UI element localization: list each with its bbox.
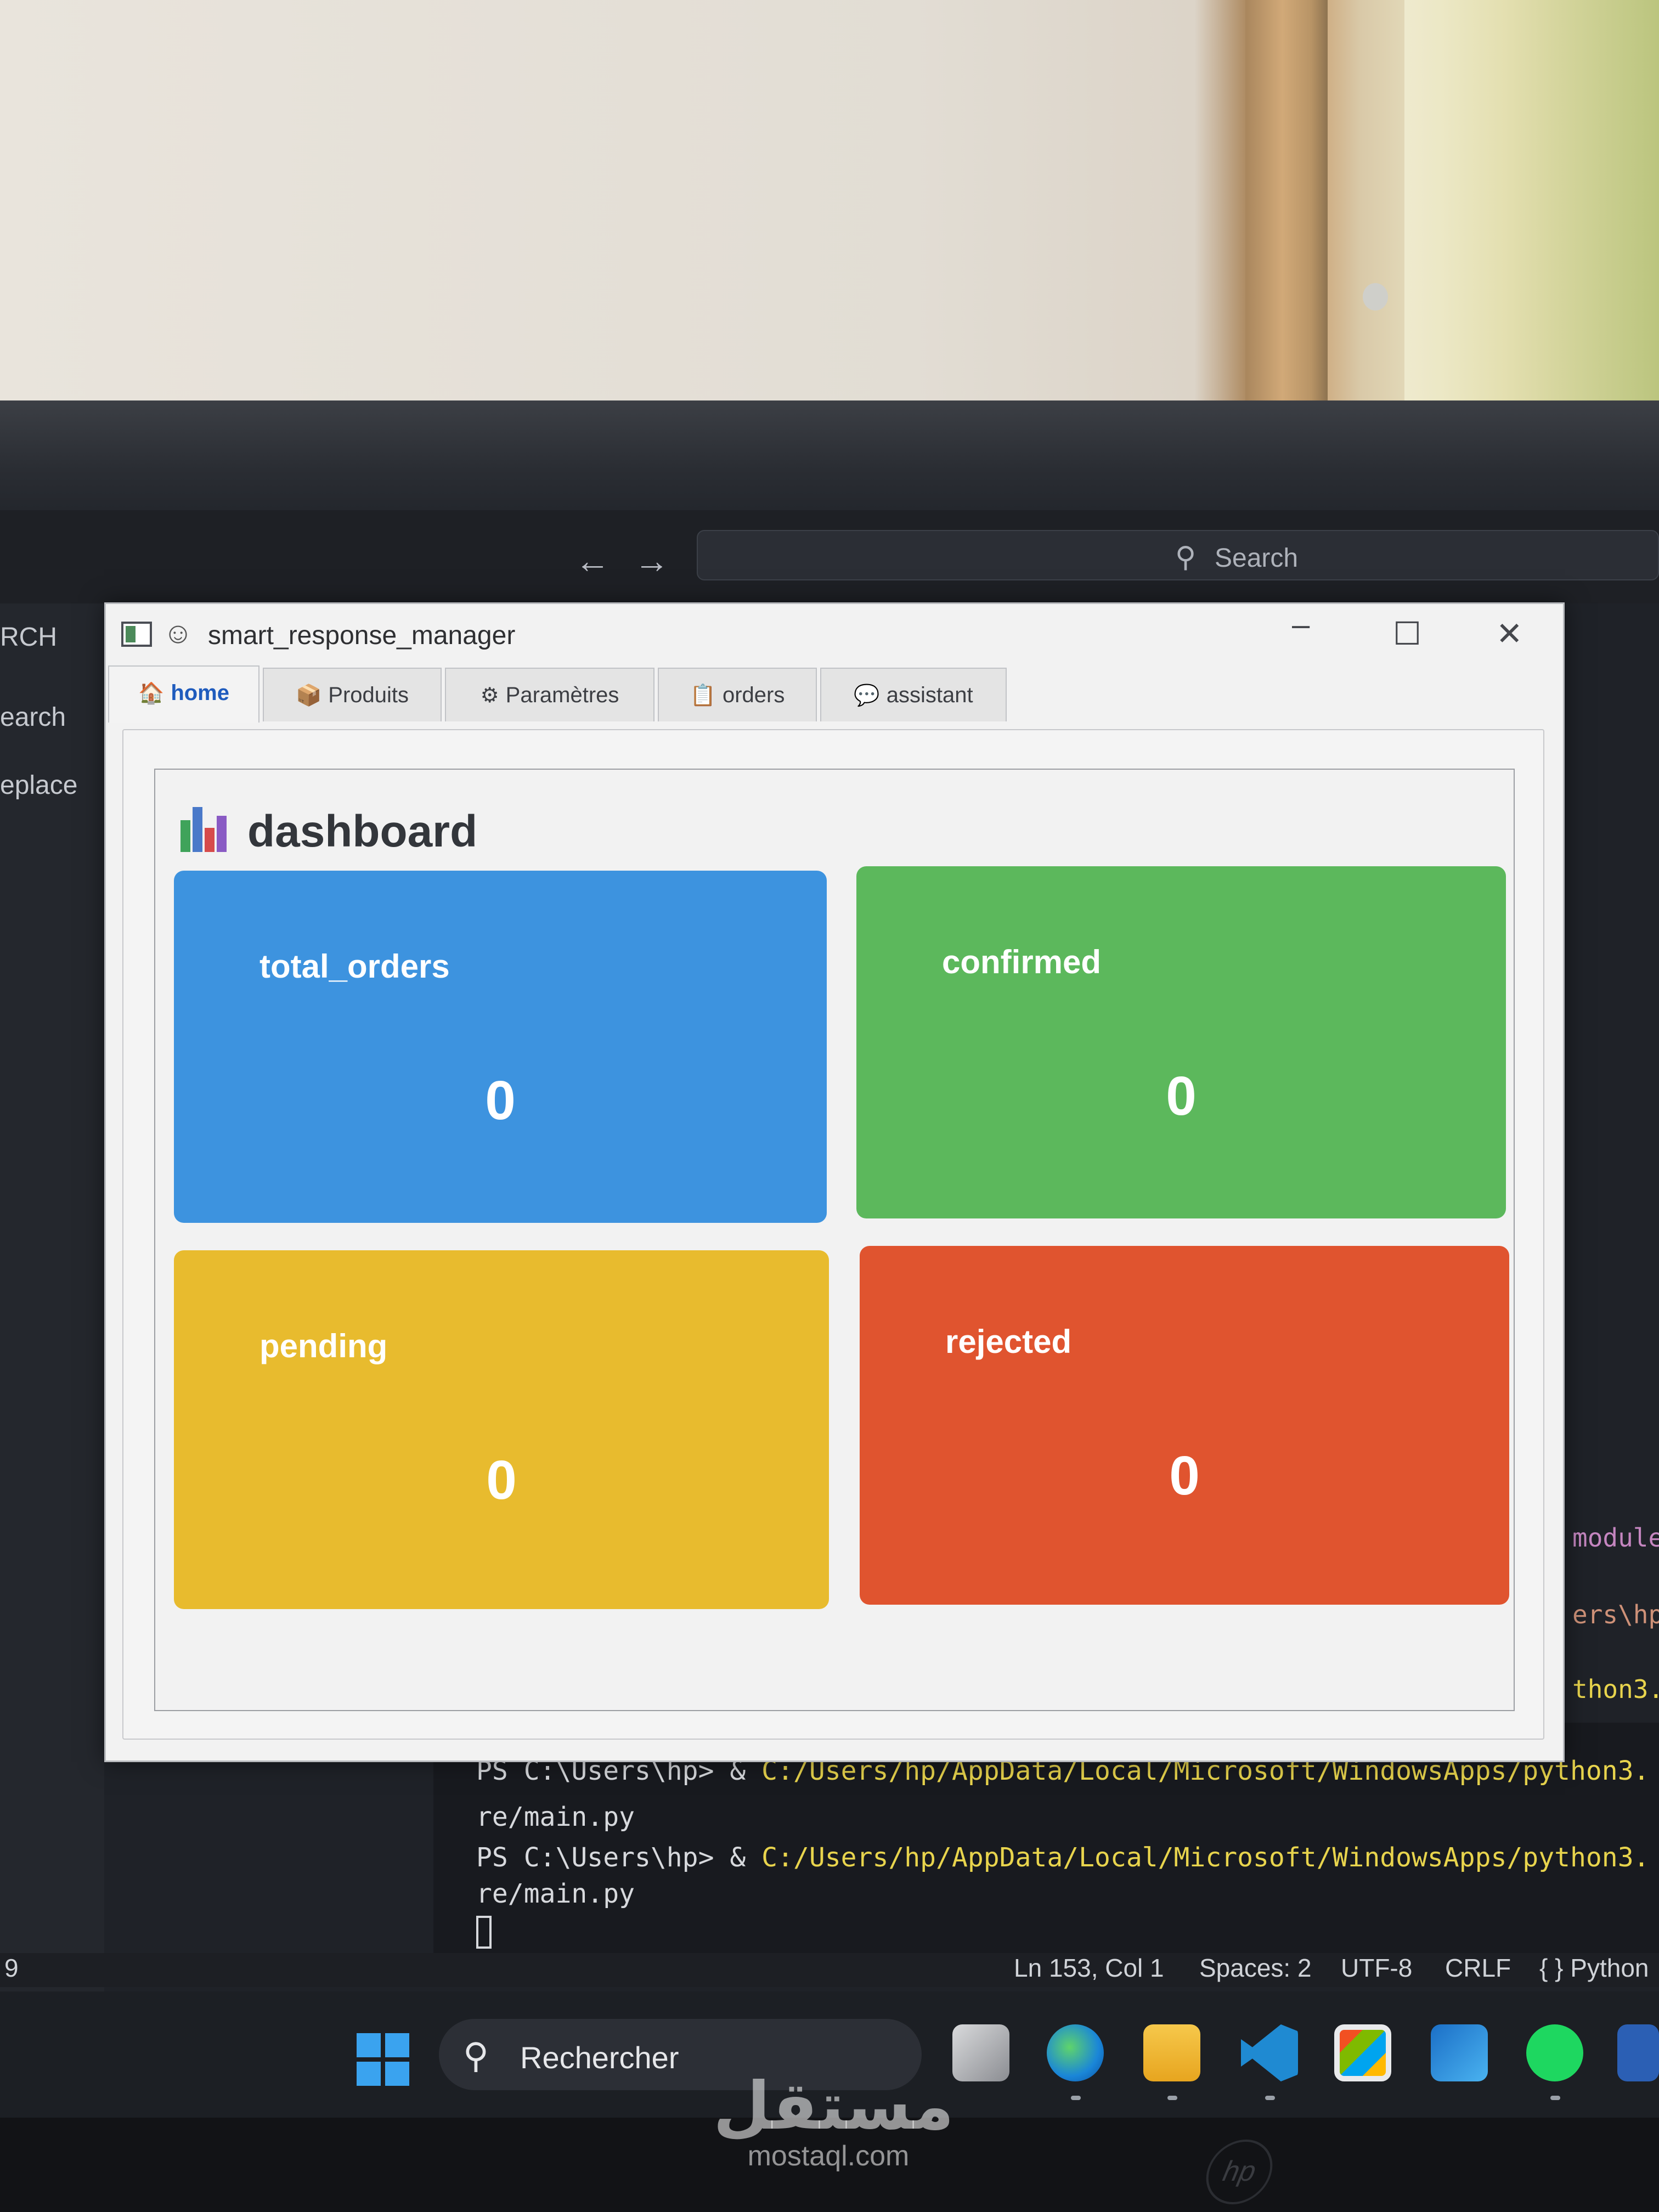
terminal-line: re/main.py <box>476 1802 635 1832</box>
tab-orders[interactable]: 📋 orders <box>658 668 817 721</box>
minimize-button[interactable]: – <box>1292 606 1310 643</box>
running-indicator <box>1167 2096 1177 2100</box>
status-encoding[interactable]: UTF-8 <box>1341 1953 1412 1983</box>
tab-parametres[interactable]: ⚙ Paramètres <box>445 668 654 721</box>
tab-assistant[interactable]: 💬 assistant <box>820 668 1007 721</box>
app-titlebar[interactable]: ☺ smart_response_manager – ☐ ✕ <box>106 604 1563 664</box>
status-problems-count[interactable]: 9 <box>4 1953 19 1983</box>
status-cursor-position[interactable]: Ln 153, Col 1 <box>1014 1953 1164 1983</box>
stat-card-label: total_orders <box>259 948 450 985</box>
laptop-top-bezel <box>0 400 1659 516</box>
watermark-arabic: مستقل <box>713 2068 954 2145</box>
file-explorer-icon[interactable] <box>1143 2024 1200 2081</box>
task-view-icon[interactable] <box>952 2024 1009 2081</box>
microsoft-store-icon[interactable] <box>1334 2024 1391 2081</box>
back-arrow-icon[interactable]: ← <box>575 540 610 581</box>
window-handle <box>1363 283 1388 311</box>
stat-card-value: 0 <box>485 1070 516 1131</box>
tab-label: Paramètres <box>505 683 619 707</box>
search-icon: ⚲ <box>1175 541 1197 573</box>
background-window-frame <box>1245 0 1328 406</box>
dashboard-frame: dashboard total_orders 0 confirmed 0 pen… <box>154 769 1515 1711</box>
stat-card-label: pending <box>259 1328 388 1364</box>
sidebar-search-header: RCH <box>0 623 57 652</box>
terminal-cursor <box>476 1916 492 1949</box>
vscode-sidebar <box>0 603 104 2008</box>
tab-label: orders <box>722 683 785 707</box>
clipboard-icon: 📋 <box>690 684 716 707</box>
status-language-mode[interactable]: { } Python <box>1539 1953 1649 1983</box>
stat-card-value: 0 <box>1166 1065 1197 1127</box>
sidebar-search-field[interactable]: earch <box>0 702 66 732</box>
stat-card-total-orders: total_orders 0 <box>174 871 827 1223</box>
running-indicator <box>1071 2096 1081 2100</box>
terminal-fragment: ers\hp <box>1572 1600 1659 1629</box>
tab-label: Produits <box>328 683 409 707</box>
outlook-icon[interactable] <box>1431 2024 1488 2081</box>
gear-icon: ⚙ <box>480 684 499 707</box>
status-indentation[interactable]: Spaces: 2 <box>1199 1953 1312 1983</box>
stat-card-value: 0 <box>486 1449 517 1511</box>
terminal-line: PS C:\Users\hp> & C:/Users/hp/AppData/Lo… <box>476 1842 1650 1873</box>
maximize-button[interactable]: ☐ <box>1393 615 1421 652</box>
running-indicator <box>1550 2096 1560 2100</box>
close-button[interactable]: ✕ <box>1496 615 1523 652</box>
windows-start-button[interactable] <box>357 2033 409 2086</box>
sidebar-replace-field[interactable]: eplace <box>0 770 77 800</box>
dashboard-title: dashboard <box>247 806 478 856</box>
tab-home[interactable]: 🏠 home <box>108 665 259 723</box>
terminal-fragment: module <box>1572 1523 1659 1553</box>
home-icon: 🏠 <box>138 682 165 705</box>
tab-label: assistant <box>886 683 973 707</box>
edge-browser-icon[interactable] <box>1047 2024 1104 2081</box>
tab-produits[interactable]: 📦 Produits <box>263 668 442 721</box>
command-center-search[interactable]: ⚲ Search <box>697 530 1659 580</box>
search-icon: ⚲ <box>463 2036 489 2075</box>
taskbar-search-label: Rechercher <box>520 2040 679 2075</box>
brain-icon: ☺ <box>163 617 194 650</box>
stat-card-label: confirmed <box>942 944 1102 980</box>
terminal-fragment: thon3. <box>1572 1674 1659 1704</box>
window-system-icon[interactable] <box>121 622 152 647</box>
tab-label: home <box>171 681 229 705</box>
stat-card-rejected: rejected 0 <box>860 1246 1509 1605</box>
app-window[interactable]: ☺ smart_response_manager – ☐ ✕ 🏠 home 📦 Pr… <box>104 602 1565 1762</box>
watermark: مستقل mostaql.com <box>713 2068 954 2172</box>
window-title: smart_response_manager <box>208 621 516 650</box>
watermark-latin: mostaql.com <box>747 2140 910 2172</box>
bar-chart-icon <box>180 807 227 852</box>
speech-bubble-icon: 💬 <box>854 684 880 707</box>
tab-content-frame: dashboard total_orders 0 confirmed 0 pen… <box>122 729 1544 1740</box>
stat-card-confirmed: confirmed 0 <box>856 866 1506 1218</box>
background-window <box>1404 0 1659 406</box>
running-indicator <box>1265 2096 1275 2100</box>
stat-card-label: rejected <box>945 1323 1072 1360</box>
stat-card-value: 0 <box>1169 1445 1200 1506</box>
command-center-placeholder: Search <box>1215 544 1299 573</box>
status-line-ending[interactable]: CRLF <box>1445 1953 1511 1983</box>
stat-card-pending: pending 0 <box>174 1250 829 1609</box>
forward-arrow-icon[interactable]: → <box>634 540 669 581</box>
spotify-icon[interactable] <box>1526 2024 1583 2081</box>
terminal-line: re/main.py <box>476 1878 635 1909</box>
word-icon[interactable] <box>1617 2024 1659 2081</box>
box-icon: 📦 <box>295 684 322 707</box>
